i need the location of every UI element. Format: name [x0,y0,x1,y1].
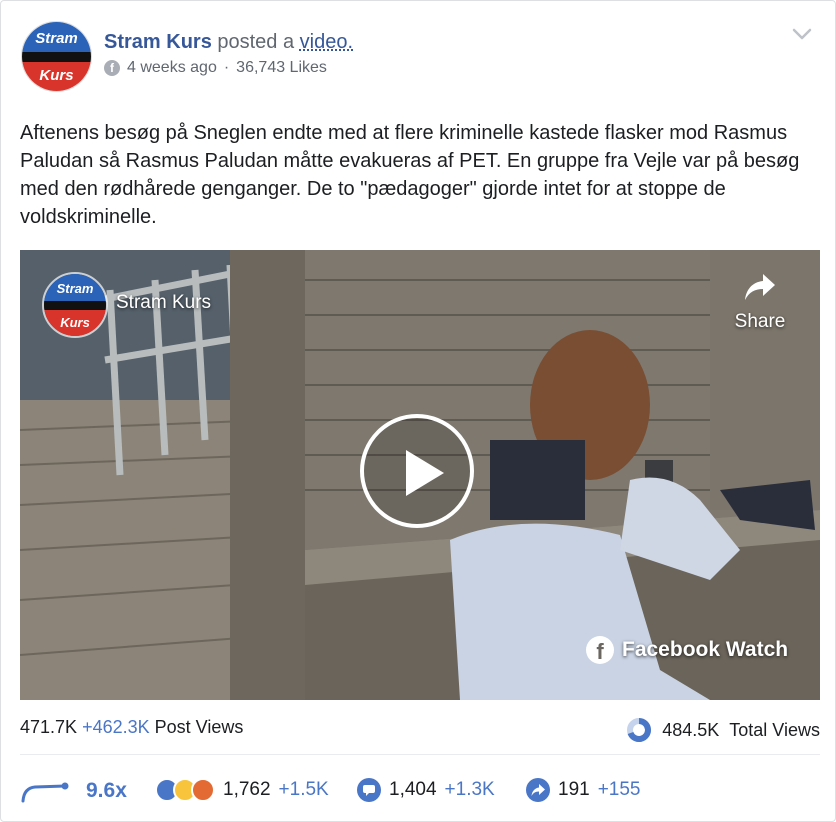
total-views-value: 484.5K [662,719,720,740]
play-icon[interactable] [360,414,474,528]
overperforming-stat: 9.6x [20,778,127,804]
posted-text: posted a [217,31,295,53]
facebook-logo-icon: f [586,636,614,664]
engagement-stats: 9.6x 1,762 +1.5K 1,404 +1.3K 191 +155 [20,778,820,808]
reactions-stat: 1,762 +1.5K [155,778,329,802]
total-views-label: Total Views [729,719,820,740]
video-channel-name[interactable]: Stram Kurs [116,292,211,314]
share-arrow-icon [745,274,775,300]
trend-line-icon [21,782,69,803]
post-views-base: 471.7K [20,717,78,737]
post-views: 471.7K +462.3K Post Views [20,717,243,738]
video-player[interactable]: Stram Kurs Stram Kurs Share f Facebook W… [20,250,820,700]
page-avatar[interactable]: Stram Kurs [21,21,92,92]
facebook-watch-label: Facebook Watch [622,638,789,661]
views-stats: 471.7K +462.3K Post Views 484.5K Total V… [20,717,820,743]
chevron-down-icon[interactable] [791,23,813,45]
reactions-increase: +1.5K [278,779,329,800]
meta-separator: · [223,59,230,76]
video-avatar-text-bottom: Kurs [60,315,90,330]
comments-increase: +1.3K [444,779,495,800]
avatar-text-bottom: Kurs [39,67,74,84]
video-avatar-text-top: Stram [56,281,94,296]
post-views-increase: +462.3K [82,717,150,737]
post-meta: f 4 weeks ago · 36,743 Likes [104,59,327,77]
share-icon [526,778,550,802]
video-channel-avatar[interactable]: Stram Kurs [42,272,108,338]
comments-stat: 1,404 +1.3K [357,778,495,802]
facebook-watch-badge: f Facebook Watch [586,636,788,664]
post-card: Stram Kurs Stram Kurs posted a video. f … [0,0,836,822]
stats-divider [20,754,820,755]
likes-count: 36,743 Likes [236,59,327,76]
reactions-count: 1,762 [223,779,271,800]
reaction-icons [155,778,215,802]
video-link[interactable]: video. [300,31,353,53]
shares-count: 191 [558,779,590,800]
time-ago[interactable]: 4 weeks ago [127,59,217,77]
video-share-button[interactable]: Share [728,272,792,333]
total-views: 484.5K Total Views [626,717,820,743]
post-views-label: Post Views [154,717,244,737]
facebook-icon: f [104,60,120,76]
shares-increase: +155 [597,779,641,800]
donut-chart-icon [627,718,652,742]
overperforming-multiplier: 9.6x [86,779,127,802]
shares-stat: 191 +155 [526,778,641,802]
post-header-line: Stram Kurs posted a video. [104,31,353,54]
page-name-link[interactable]: Stram Kurs [104,31,212,53]
avatar-text-top: Stram [35,30,78,47]
comment-icon [357,778,381,802]
angry-reaction-icon [191,778,215,802]
comments-count: 1,404 [389,779,437,800]
post-text: Aftenens besøg på Sneglen endte med at f… [20,122,800,228]
share-label: Share [734,311,786,332]
